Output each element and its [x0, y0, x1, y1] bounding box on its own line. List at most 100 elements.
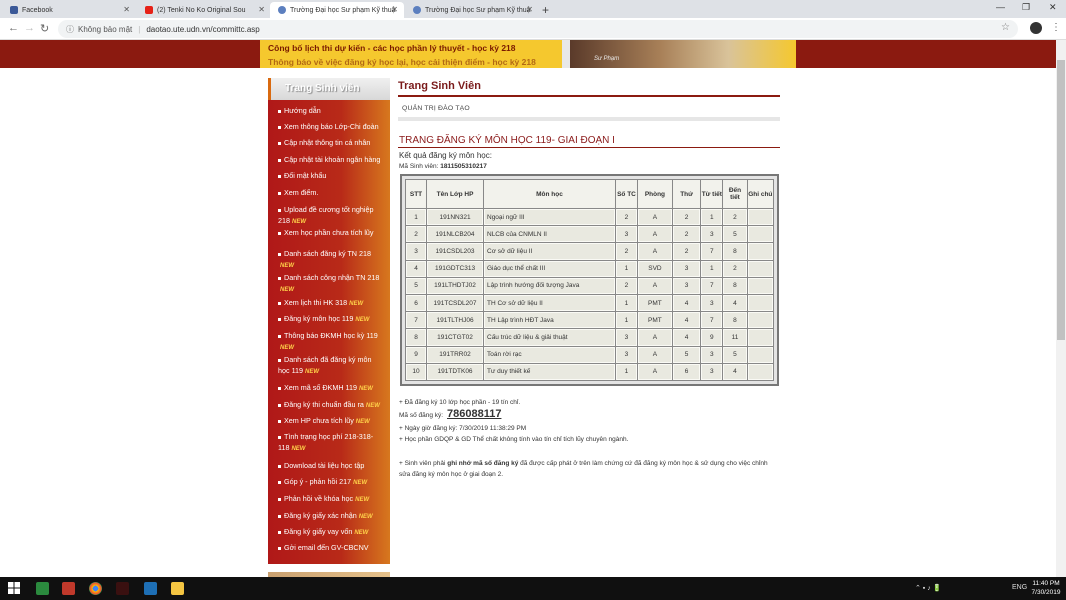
sidebar-item[interactable]: Đăng ký giấy xác nhận NEW — [278, 510, 384, 523]
sidebar-item[interactable]: Phản hồi về khóa học NEW — [278, 493, 384, 506]
sidebar-item[interactable]: Hướng dẫn — [278, 105, 384, 116]
table-cell: 1 — [701, 260, 723, 277]
section-title: TRANG ĐĂNG KÝ MÔN HỌC 119- GIAI ĐOẠN I — [399, 135, 615, 146]
page-scrollbar[interactable] — [1056, 40, 1066, 577]
table-cell: SVD — [638, 260, 672, 277]
close-tab-icon[interactable]: ✕ — [123, 5, 130, 14]
table-cell: A — [638, 243, 672, 260]
sidebar-item[interactable]: Xem điểm. — [278, 187, 384, 198]
table-cell: 4 — [672, 312, 701, 329]
sidebar-item[interactable]: Xem HP chưa tích lũy NEW — [278, 415, 384, 428]
sidebar-item[interactable]: Thông báo ĐKMH học kỳ 119 NEW — [278, 330, 384, 354]
app-icon-red[interactable] — [62, 582, 75, 595]
close-tab-icon[interactable]: ✕ — [526, 5, 533, 14]
globe-icon — [278, 6, 286, 14]
new-badge: NEW — [349, 301, 364, 307]
sidebar-item[interactable]: Upload đề cương tốt nghiệp 218 NEW — [278, 204, 384, 228]
sidebar-item[interactable]: Đổi mật khẩu — [278, 170, 384, 181]
app-icon-green[interactable] — [36, 582, 49, 595]
table-cell: 2 — [615, 277, 638, 294]
close-window-button[interactable]: ✕ — [1049, 2, 1057, 13]
sidebar-item[interactable]: Download tài liệu học tập — [278, 460, 384, 471]
profile-avatar[interactable] — [1030, 22, 1042, 34]
info-icon[interactable]: ⓘ — [66, 24, 74, 35]
sidebar-item[interactable]: Đăng ký thi chuẩn đầu ra NEW — [278, 399, 384, 412]
sidebar-item[interactable]: Gởi email đến GV-CBCNV — [278, 542, 384, 553]
table-cell: 5 — [723, 346, 747, 363]
tab-label: Facebook — [22, 6, 53, 14]
registration-time: + Ngày giờ đăng ký: 7/30/2019 11:38:29 P… — [399, 425, 527, 432]
restore-button[interactable]: ❐ — [1022, 2, 1030, 13]
close-tab-icon[interactable]: ✕ — [258, 5, 265, 14]
sidebar-item[interactable]: Xem lịch thi HK 318 NEW — [278, 297, 384, 310]
tray-icons[interactable]: ⌃ ▪ ♪ 🔋 — [915, 584, 941, 592]
table-cell: 2 — [723, 260, 747, 277]
bullet-icon — [278, 231, 281, 235]
table-cell — [747, 243, 773, 260]
table-cell: Cơ sở dữ liệu II — [484, 243, 615, 260]
table-row: 2 191NLCB204 NLCB của CNMLN II 3 A 2 3 5 — [406, 226, 773, 243]
table-cell: 191NLCB204 — [427, 226, 483, 243]
sidebar-item[interactable]: Cập nhật thông tin cá nhân — [278, 137, 384, 148]
minimize-button[interactable]: — — [996, 2, 1005, 12]
windows-start-icon[interactable] — [8, 582, 20, 594]
new-badge: NEW — [280, 345, 294, 351]
clock-date: 7/30/2019 — [1031, 589, 1061, 596]
table-cell: 1 — [615, 363, 638, 380]
sidebar-item-label: Đăng ký giấy vay vốn — [284, 527, 353, 536]
sidebar-item[interactable]: Tình trạng học phí 218-318-118 NEW — [278, 431, 384, 455]
reload-icon[interactable]: ↻ — [40, 22, 49, 35]
bookmark-star-icon[interactable]: ☆ — [1001, 22, 1010, 33]
sidebar-item-label: Đăng ký thi chuẩn đầu ra — [284, 400, 364, 409]
menu-kebab-icon[interactable]: ⋮ — [1051, 22, 1061, 33]
language-indicator[interactable]: ENG — [1012, 584, 1027, 591]
table-cell: 2 — [672, 209, 701, 226]
new-badge: NEW — [355, 419, 370, 425]
clock-time: 11:40 PM — [1032, 580, 1060, 587]
sidebar-item[interactable]: Góp ý - phản hồi 217 NEW — [278, 476, 384, 489]
sidebar-item[interactable]: Danh sách đăng ký TN 218 NEW — [278, 248, 384, 272]
table-cell: 1 — [615, 260, 638, 277]
sidebar-item[interactable]: Danh sách công nhận TN 218 NEW — [278, 272, 384, 296]
sidebar-item-label: Xem điểm. — [284, 188, 319, 197]
sidebar-item-label: Xem HP chưa tích lũy — [284, 416, 354, 425]
sidebar-item-label: Cập nhật thông tin cá nhân — [284, 138, 371, 147]
table-cell: 4 — [723, 363, 747, 380]
new-badge: NEW — [305, 369, 320, 375]
sidebar-item[interactable]: Đăng ký môn học 119 NEW — [278, 313, 384, 326]
sidebar-item[interactable]: Đăng ký giấy vay vốn NEW — [278, 526, 384, 539]
app-icon-blue[interactable] — [144, 582, 157, 595]
file-explorer-icon[interactable] — [171, 582, 184, 595]
table-cell: 191LTHDTJ02 — [427, 277, 483, 294]
forward-icon[interactable]: → — [24, 22, 35, 34]
bullet-icon — [278, 514, 281, 518]
bullet-icon — [278, 174, 281, 178]
sidebar-item[interactable]: Xem thông báo Lớp-Chi đoàn — [278, 121, 384, 132]
tab-ute[interactable]: Trường Đại học Sư phạm Kỹ thuậ ✕ — [405, 2, 539, 18]
chrome-icon[interactable] — [89, 582, 102, 595]
bullet-icon — [278, 546, 281, 550]
table-cell — [747, 209, 773, 226]
sidebar-item[interactable]: Cập nhật tài khoản ngân hàng — [278, 154, 384, 165]
tab-facebook[interactable]: Facebook ✕ — [2, 2, 136, 18]
sidebar-item[interactable]: Xem mã số ĐKMH 119 NEW — [278, 382, 384, 395]
table-cell: 1 — [701, 209, 723, 226]
table-cell: Giáo dục thể chất III — [484, 260, 615, 277]
tab-ute-active[interactable]: Trường Đại học Sư phạm Kỹ thuậ ✕ — [270, 2, 404, 18]
table-cell: Ngoại ngữ III — [484, 209, 615, 226]
sidebar-item-label: Xem lịch thi HK 318 — [284, 298, 348, 307]
scrollbar-thumb[interactable] — [1057, 60, 1065, 340]
sidebar-item[interactable]: Xem học phần chưa tích lũy — [278, 227, 384, 238]
tab-youtube[interactable]: (2) Tenki No Ko Original Sou ✕ — [137, 2, 271, 18]
table-cell: A — [638, 277, 672, 294]
new-tab-button[interactable]: + — [542, 3, 549, 17]
sidebar-item[interactable]: Danh sách đã đăng ký môn học 119 NEW — [278, 354, 384, 378]
registration-code: 786088117 — [447, 408, 502, 420]
new-badge: NEW — [291, 446, 306, 452]
close-tab-icon[interactable]: ✕ — [391, 5, 398, 14]
address-bar[interactable]: ⓘ Không bảo mật | daotao.ute.udn.vn/comm… — [58, 20, 1018, 38]
back-icon[interactable]: ← — [8, 22, 19, 34]
app-icon-dark[interactable] — [116, 582, 129, 595]
taskbar-clock[interactable]: 11:40 PM 7/30/2019 — [1026, 579, 1066, 597]
table-row: 5 191LTHDTJ02 Lập trình hướng đối tượng Ja… — [406, 277, 773, 294]
